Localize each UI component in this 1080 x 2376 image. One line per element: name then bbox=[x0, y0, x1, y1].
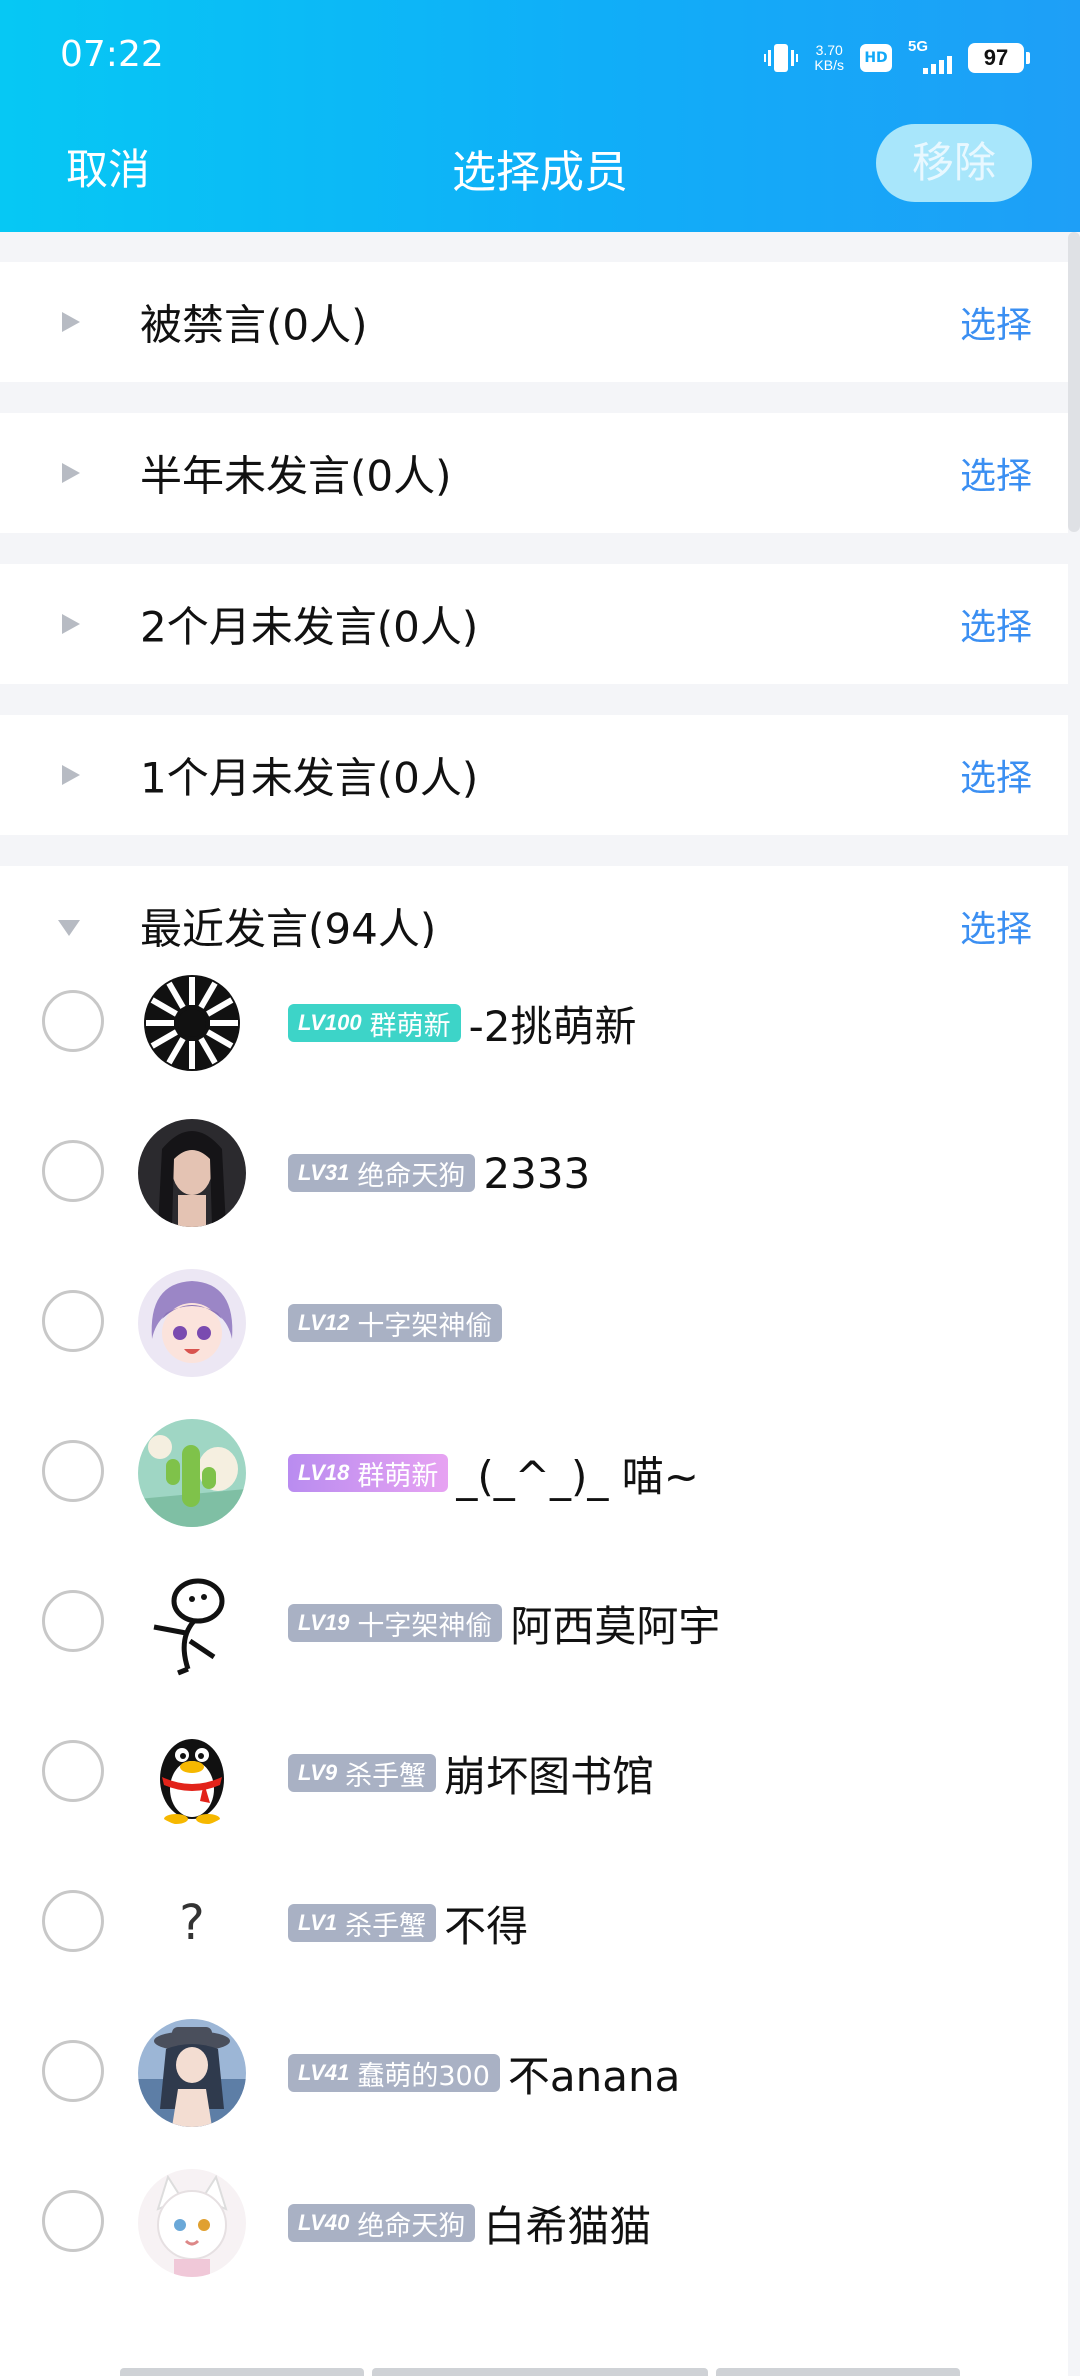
expand-arrow-icon[interactable] bbox=[62, 765, 80, 785]
member-level-badge: LV18 群萌新 bbox=[288, 1454, 449, 1492]
level-text: LV9 bbox=[298, 1760, 338, 1785]
select-radio[interactable] bbox=[42, 2040, 104, 2102]
app-header: 07:22 3.70 KB/s HD 5G 97 取消 选择成员 移除 bbox=[0, 0, 1080, 232]
member-name: _(_^_)_ 喵~ bbox=[456, 1451, 699, 1501]
title-text: 杀手蟹 bbox=[345, 1910, 427, 1942]
penguin-avatar bbox=[138, 1719, 246, 1827]
title-text: 群萌新 bbox=[357, 1460, 439, 1492]
select-radio[interactable] bbox=[42, 1440, 104, 1502]
select-radio[interactable] bbox=[42, 990, 104, 1052]
level-text: LV41 bbox=[298, 2060, 350, 2085]
member-row[interactable]: LV12 十字架神偷 bbox=[0, 1248, 1068, 1398]
member-row[interactable]: ? LV1 杀手蟹 不得 bbox=[0, 1848, 1068, 1998]
member-level-badge: LV31 绝命天狗 bbox=[288, 1154, 476, 1192]
level-text: LV40 bbox=[298, 2210, 350, 2235]
network-speed-unit: KB/s bbox=[814, 57, 844, 73]
sunburst-avatar bbox=[138, 969, 246, 1077]
status-time: 07:22 bbox=[60, 34, 164, 75]
group-name: 2个月未发言(0人) bbox=[140, 602, 479, 652]
member-name: 白希猫猫 bbox=[483, 2201, 652, 2251]
group-inactive-1-month[interactable]: 1个月未发言(0人) 选择 bbox=[0, 715, 1068, 835]
level-text: LV12 bbox=[298, 1310, 350, 1335]
network-type: 5G bbox=[908, 38, 929, 55]
group-name: 半年未发言(0人) bbox=[140, 451, 452, 501]
group-muted[interactable]: 被禁言(0人) 选择 bbox=[0, 262, 1068, 382]
title-text: 十字架神偷 bbox=[357, 1610, 493, 1642]
level-text: LV18 bbox=[298, 1460, 350, 1485]
member-name: -2挑萌新 bbox=[468, 1001, 637, 1051]
level-text: LV100 bbox=[298, 1010, 362, 1035]
bottom-partial-row bbox=[120, 2368, 960, 2376]
group-select-button[interactable]: 选择 bbox=[960, 900, 1032, 952]
hd-icon: HD bbox=[860, 44, 892, 72]
title-text: 绝命天狗 bbox=[357, 1160, 466, 1192]
signal-icon: 5G bbox=[908, 38, 952, 76]
scrollbar[interactable] bbox=[1068, 232, 1080, 532]
member-row[interactable]: LV31 绝命天狗 2333 bbox=[0, 1098, 1068, 1248]
remove-button[interactable]: 移除 bbox=[876, 124, 1032, 202]
select-radio[interactable] bbox=[42, 1740, 104, 1802]
member-level-badge: LV40 绝命天狗 bbox=[288, 2204, 476, 2242]
group-name: 1个月未发言(0人) bbox=[140, 753, 479, 803]
select-radio[interactable] bbox=[42, 1290, 104, 1352]
member-level-badge: LV100 群萌新 bbox=[288, 1004, 461, 1042]
select-radio[interactable] bbox=[42, 1890, 104, 1952]
group-select-button[interactable]: 选择 bbox=[960, 598, 1032, 650]
member-row[interactable]: LV9 杀手蟹 崩坏图书馆 bbox=[0, 1698, 1068, 1848]
group-select-button[interactable]: 选择 bbox=[960, 447, 1032, 499]
member-list: LV100 群萌新 -2挑萌新 LV31 绝命天狗 2333 LV12 十字架神… bbox=[0, 948, 1068, 2376]
group-name: 被禁言(0人) bbox=[140, 300, 368, 350]
group-inactive-half-year[interactable]: 半年未发言(0人) 选择 bbox=[0, 413, 1068, 533]
member-level-badge: LV12 十字架神偷 bbox=[288, 1304, 503, 1342]
title-text: 杀手蟹 bbox=[345, 1760, 427, 1792]
expand-arrow-icon[interactable] bbox=[62, 312, 80, 332]
network-speed: 3.70 KB/s bbox=[814, 43, 844, 73]
level-text: LV31 bbox=[298, 1160, 350, 1185]
expand-arrow-icon[interactable] bbox=[62, 614, 80, 634]
group-select-button[interactable]: 选择 bbox=[960, 296, 1032, 348]
member-name: 2333 bbox=[483, 1148, 591, 1198]
member-row[interactable]: LV41 蠢萌的300 不anana bbox=[0, 1998, 1068, 2148]
anime-white-cat-avatar bbox=[138, 2169, 246, 2277]
member-row[interactable]: LV18 群萌新 _(_^_)_ 喵~ bbox=[0, 1398, 1068, 1548]
member-row[interactable]: LV100 群萌新 -2挑萌新 bbox=[0, 948, 1068, 1098]
title-text: 蠢萌的300 bbox=[357, 2060, 490, 2092]
member-row[interactable]: LV40 绝命天狗 白希猫猫 bbox=[0, 2148, 1068, 2298]
select-radio[interactable] bbox=[42, 2190, 104, 2252]
vibrate-icon bbox=[764, 41, 799, 75]
group-inactive-2-months[interactable]: 2个月未发言(0人) 选择 bbox=[0, 564, 1068, 684]
collapse-arrow-icon[interactable] bbox=[58, 920, 80, 936]
stick-figure-avatar bbox=[138, 1569, 246, 1677]
member-level-badge: LV19 十字架神偷 bbox=[288, 1604, 503, 1642]
group-select-button[interactable]: 选择 bbox=[960, 749, 1032, 801]
select-radio[interactable] bbox=[42, 1140, 104, 1202]
level-text: LV1 bbox=[298, 1910, 338, 1935]
member-level-badge: LV1 杀手蟹 bbox=[288, 1904, 437, 1942]
title-text: 十字架神偷 bbox=[357, 1310, 493, 1342]
question-mark-icon: ? bbox=[179, 1895, 205, 1951]
member-row[interactable]: LV19 十字架神偷 阿西莫阿宇 bbox=[0, 1548, 1068, 1698]
cartoon-cactus-avatar bbox=[138, 1419, 246, 1527]
select-radio[interactable] bbox=[42, 1590, 104, 1652]
member-name: 崩坏图书馆 bbox=[444, 1751, 655, 1801]
member-level-badge: LV9 杀手蟹 bbox=[288, 1754, 437, 1792]
level-text: LV19 bbox=[298, 1610, 350, 1635]
member-name: 不得 bbox=[444, 1901, 529, 1951]
status-icons: 3.70 KB/s HD 5G 97 bbox=[764, 36, 1030, 80]
member-level-badge: LV41 蠢萌的300 bbox=[288, 2054, 500, 2092]
member-name: 阿西莫阿宇 bbox=[510, 1601, 721, 1651]
dark-portrait-avatar bbox=[138, 1119, 246, 1227]
anime-purple-hair-avatar bbox=[138, 1269, 246, 1377]
member-name: 不anana bbox=[507, 2051, 681, 2101]
title-text: 群萌新 bbox=[369, 1010, 451, 1042]
battery-icon: 97 bbox=[968, 43, 1030, 73]
expand-arrow-icon[interactable] bbox=[62, 463, 80, 483]
network-speed-value: 3.70 bbox=[815, 42, 843, 58]
question-mark-avatar: ? bbox=[138, 1869, 246, 1977]
title-text: 绝命天狗 bbox=[357, 2210, 466, 2242]
anime-girl-hat-avatar bbox=[138, 2019, 246, 2127]
